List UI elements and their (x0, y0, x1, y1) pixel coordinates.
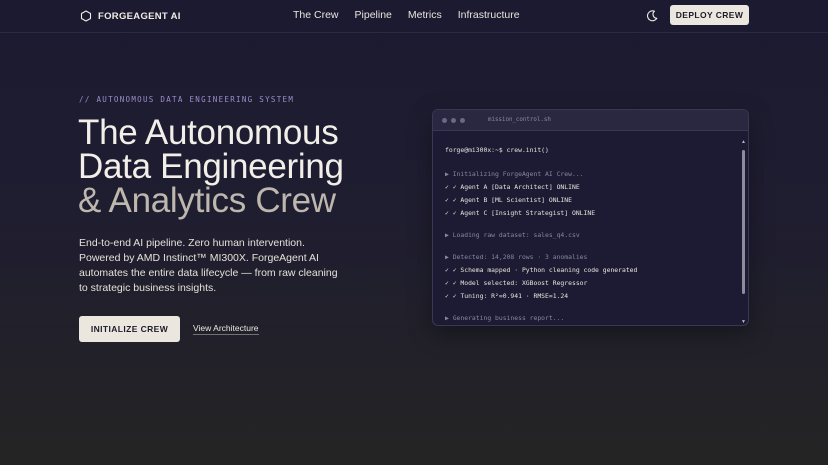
terminal-line: ✓ ✓ Tuning: R²=0.941 · RMSE=1.24 (445, 292, 569, 300)
nav-link-pipeline[interactable]: Pipeline (355, 9, 392, 21)
hero-title: The Autonomous Data Engineering & Analyt… (78, 113, 398, 220)
terminal-line: ▶ Loading raw dataset: sales_q4.csv (445, 231, 580, 239)
terminal-line-prompt: forge@mi300x:~$ crew.init() (445, 146, 549, 154)
window-dot-icon (442, 117, 447, 123)
terminal-line: ✓ ✓ Schema mapped · Python cleaning code… (445, 266, 638, 274)
hero-eyebrow: // AUTONOMOUS DATA ENGINEERING SYSTEM (79, 95, 295, 104)
terminal-line: ✓ ✓ Agent B [ML Scientist] ONLINE (445, 196, 572, 204)
nav-link-infrastructure[interactable]: Infrastructure (458, 9, 520, 21)
terminal-line: ✓ ✓ Agent C [Insight Strategist] ONLINE (445, 209, 596, 217)
top-nav: FORGEAGENT AI The Crew Pipeline Metrics … (0, 0, 828, 33)
terminal-line: ✓ ✓ Agent A [Data Architect] ONLINE (445, 183, 580, 191)
scroll-up-icon[interactable]: ▲ (741, 140, 746, 145)
view-architecture-link[interactable]: View Architecture (193, 323, 259, 335)
terminal-title: mission_control.sh (488, 117, 551, 123)
terminal-line: ✓ ✓ Model selected: XGBoost Regressor (445, 279, 588, 287)
hexagon-icon (80, 10, 92, 22)
brand-name: FORGEAGENT AI (98, 10, 181, 22)
hero-title-line-3: & Analytics Crew (78, 181, 336, 220)
hero-title-line-2: Data Engineering (78, 147, 344, 186)
terminal-line: ▶ Generating business report... (445, 314, 565, 322)
hero-title-line-1: The Autonomous (78, 113, 339, 152)
window-dot-icon (451, 117, 456, 123)
nav-link-metrics[interactable]: Metrics (408, 9, 442, 21)
terminal-line: ▶ Initializing ForgeAgent AI Crew... (445, 170, 584, 178)
nav-links: The Crew Pipeline Metrics Infrastructure (293, 9, 520, 21)
brand[interactable]: FORGEAGENT AI (80, 10, 181, 22)
moon-icon[interactable] (645, 9, 659, 23)
terminal-window: mission_control.sh forge@mi300x:~$ crew.… (432, 109, 749, 326)
scroll-down-icon[interactable]: ▼ (741, 320, 746, 325)
scrollbar-thumb[interactable] (742, 150, 745, 294)
nav-link-the-crew[interactable]: The Crew (293, 9, 339, 21)
terminal-title-bar: mission_control.sh (433, 110, 748, 131)
initialize-crew-button[interactable]: INITIALIZE CREW (79, 316, 180, 342)
deploy-crew-button[interactable]: DEPLOY CREW (670, 5, 749, 25)
terminal-scrollbar[interactable]: ▲ ▼ (741, 140, 746, 325)
hero-description: End-to-end AI pipeline. Zero human inter… (79, 237, 338, 294)
window-dot-icon (460, 117, 465, 123)
terminal-line: ▶ Detected: 14,208 rows · 3 anomalies (445, 253, 588, 261)
